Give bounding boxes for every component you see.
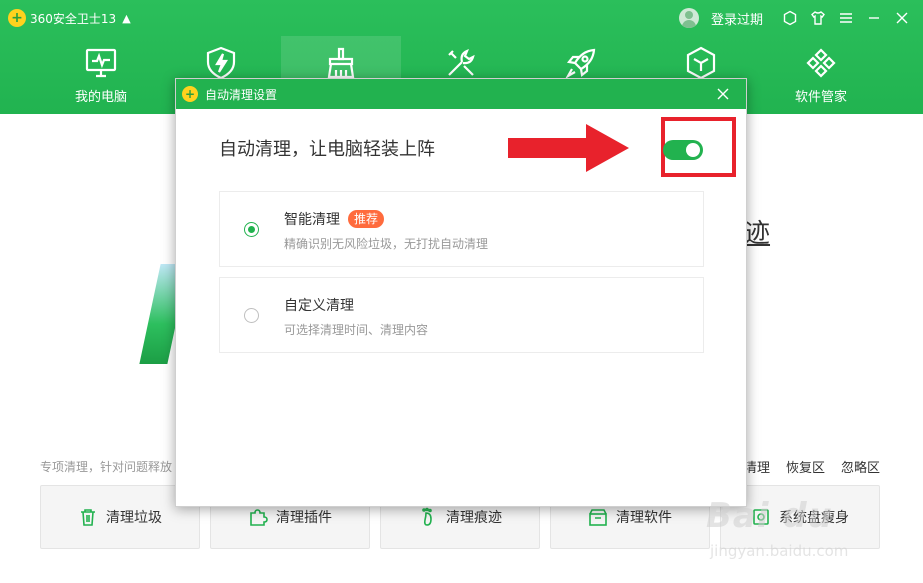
tool-label: 清理痕迹 <box>446 510 502 526</box>
watermark-url: jingyan.baidu.com <box>710 542 849 560</box>
option-smart-cleanup[interactable]: 智能清理 推荐 精确识别无风险垃圾，无打扰自动清理 <box>219 191 704 267</box>
nav-item-software-manager[interactable]: 软件管家 <box>761 36 881 114</box>
app-brand: + 360安全卫士13 ▲ <box>8 9 131 27</box>
link-recovery[interactable]: 恢复区 <box>786 457 825 476</box>
login-status-link[interactable]: 登录过期 <box>711 9 763 28</box>
auto-cleanup-label: 自动清理，让电脑轻装上阵 <box>219 139 435 160</box>
apps-icon <box>806 48 836 78</box>
option-custom-cleanup[interactable]: 自定义清理 可选择清理时间、清理内容 <box>219 277 704 353</box>
nav-item-label: 我的电脑 <box>74 90 127 105</box>
app-logo-icon: + <box>8 9 26 27</box>
option-description: 精确识别无风险垃圾，无打扰自动清理 <box>284 237 489 251</box>
link-ignore[interactable]: 忽略区 <box>841 457 880 476</box>
title-bar: + 360安全卫士13 ▲ 登录过期 <box>0 0 923 36</box>
shield-bolt-icon <box>206 46 236 80</box>
app-logo-icon: + <box>182 86 198 102</box>
watermark-logo-text: Bai du <box>706 496 833 536</box>
page-heading-fragment: 迹 <box>744 219 771 249</box>
rocket-icon <box>565 48 596 79</box>
option-title: 自定义清理 <box>284 298 354 314</box>
dialog-header: + 自动清理设置 <box>176 79 746 109</box>
option-description: 可选择清理时间、清理内容 <box>284 323 429 337</box>
nav-item-label: 软件管家 <box>794 90 847 105</box>
puzzle-icon <box>250 509 268 526</box>
option-title-row: 智能清理 推荐 <box>284 209 385 229</box>
baidu-watermark: Bai du jingyan.baidu.com <box>706 488 906 578</box>
tool-label: 清理垃圾 <box>106 510 162 526</box>
tool-label: 清理插件 <box>276 510 332 526</box>
auto-cleanup-toggle[interactable] <box>663 140 703 160</box>
red-arrow-annotation <box>508 124 629 172</box>
avatar[interactable] <box>678 8 699 28</box>
tool-label: 清理软件 <box>616 510 672 526</box>
option-title-row: 自定义清理 <box>284 295 354 315</box>
footprint-icon <box>422 507 432 526</box>
upgrade-arrow-icon[interactable]: ▲ <box>122 12 130 25</box>
cube-icon <box>686 46 716 80</box>
toggle-knob <box>686 143 700 157</box>
recommended-badge: 推荐 <box>348 210 385 228</box>
dialog-close-icon[interactable] <box>714 85 732 103</box>
tools-icon <box>448 48 475 76</box>
special-cleanup-label: 专项清理，针对问题释放 <box>40 460 173 474</box>
close-icon[interactable] <box>889 5 915 31</box>
skin-icon[interactable] <box>777 5 803 31</box>
trash-icon <box>81 509 95 526</box>
radio-custom-cleanup[interactable] <box>244 308 259 323</box>
app-title: 360安全卫士13 <box>30 11 117 26</box>
broom-icon <box>327 47 355 79</box>
option-title: 智能清理 <box>284 212 340 228</box>
monitor-icon <box>85 48 117 78</box>
title-bar-controls: 登录过期 <box>678 0 923 36</box>
minimize-icon[interactable] <box>861 5 887 31</box>
menu-icon[interactable] <box>833 5 859 31</box>
nav-item-my-computer[interactable]: 我的电脑 <box>41 36 161 114</box>
auto-cleanup-dialog: + 自动清理设置 自动清理，让电脑轻装上阵 智能清理 推荐 精确识别无风险垃圾，… <box>175 78 747 507</box>
link-cleanup[interactable]: 清理 <box>744 457 770 476</box>
box-icon <box>589 509 607 526</box>
dialog-title: 自动清理设置 <box>205 87 278 102</box>
quick-links: 清理 恢复区 忽略区 <box>744 457 880 476</box>
shirt-icon[interactable] <box>805 5 831 31</box>
radio-smart-cleanup[interactable] <box>244 222 259 237</box>
